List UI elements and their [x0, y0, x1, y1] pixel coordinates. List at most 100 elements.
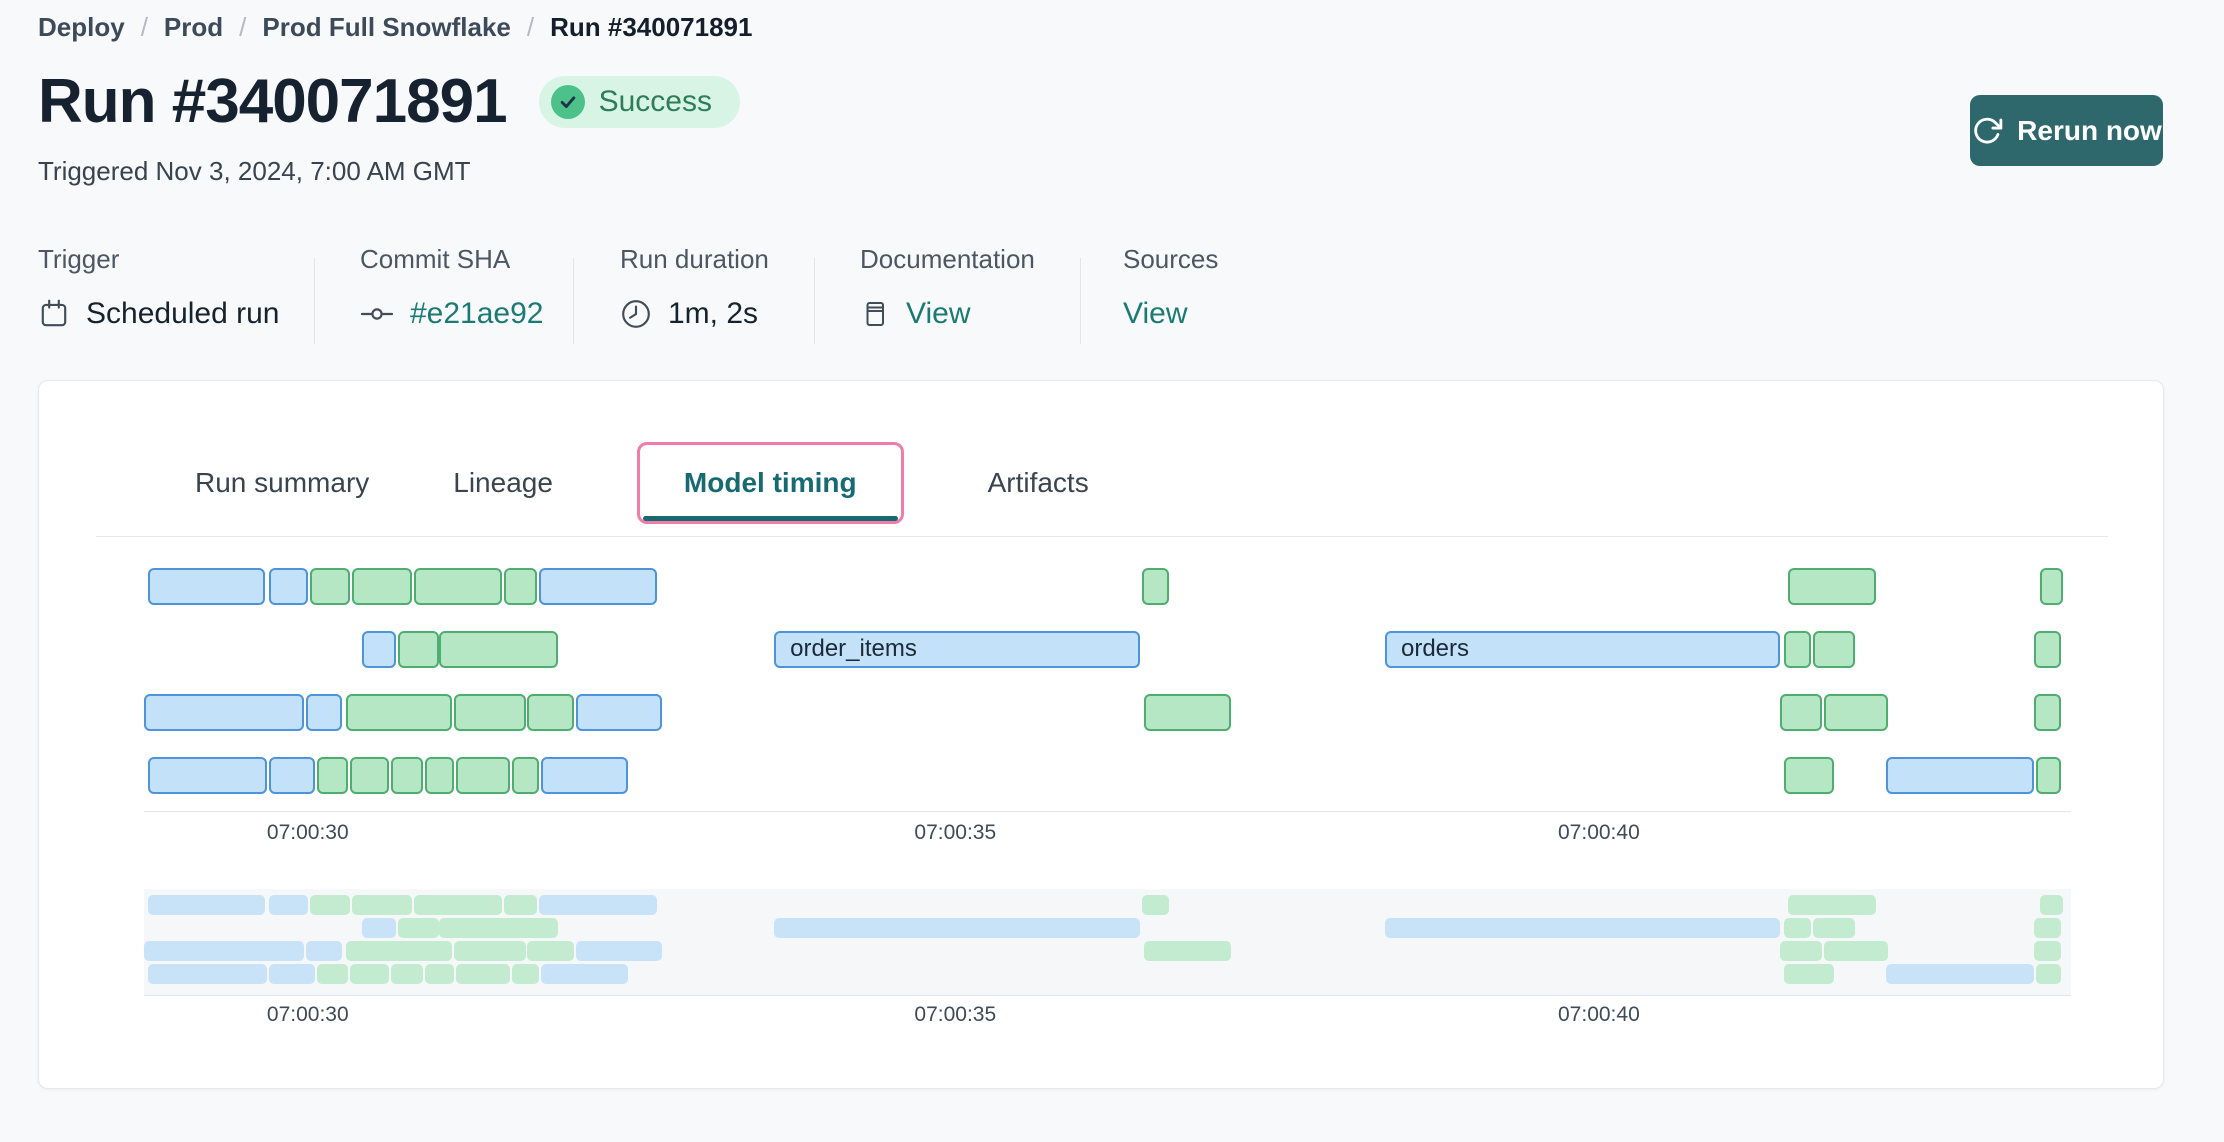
gantt-bar[interactable] — [541, 757, 628, 794]
gantt-bar[interactable] — [269, 568, 308, 605]
run-detail-card: Run summaryLineageModel timingArtifacts … — [38, 380, 2164, 1089]
gantt-bar[interactable] — [456, 757, 510, 794]
gantt-bar — [1142, 895, 1169, 915]
gantt-bar — [576, 941, 663, 961]
gantt-bar-order_items — [774, 918, 1140, 938]
breadcrumb-separator: / — [527, 12, 534, 43]
gantt-bar[interactable] — [398, 631, 438, 668]
page-title: Run #340071891 — [38, 66, 507, 137]
gantt-bar — [346, 941, 452, 961]
meta-value-documentation[interactable]: View — [860, 297, 1035, 331]
tab-artifacts[interactable]: Artifacts — [988, 467, 1089, 499]
meta-label-sources: Sources — [1123, 244, 1218, 275]
gantt-bar[interactable] — [148, 568, 266, 605]
gantt-bar — [2034, 918, 2061, 938]
gantt-bar[interactable] — [317, 757, 348, 794]
gantt-bar[interactable] — [1144, 694, 1231, 731]
gantt-bar[interactable] — [512, 757, 539, 794]
breadcrumb-item-prod[interactable]: Prod — [164, 12, 223, 43]
gantt-bar — [2034, 941, 2061, 961]
gantt-bar[interactable] — [504, 568, 537, 605]
gantt-bar[interactable] — [439, 631, 558, 668]
gantt-bar — [144, 941, 304, 961]
gantt-bar — [398, 918, 438, 938]
gantt-bar[interactable] — [1142, 568, 1169, 605]
gantt-bar — [541, 964, 628, 984]
document-icon — [860, 298, 890, 330]
gantt-bar[interactable] — [144, 694, 304, 731]
gantt-bar[interactable] — [306, 694, 343, 731]
gantt-bar[interactable] — [269, 757, 315, 794]
meta-divider — [314, 258, 315, 344]
gantt-bar[interactable] — [1784, 631, 1811, 668]
meta-divider — [814, 258, 815, 344]
gantt-bar[interactable] — [310, 568, 350, 605]
gantt-bar — [454, 941, 525, 961]
gantt-bar[interactable] — [391, 757, 424, 794]
meta-divider — [573, 258, 574, 344]
gantt-bar[interactable] — [362, 631, 397, 668]
gantt-bar-orders[interactable]: orders — [1385, 631, 1780, 668]
meta-value-text-trigger: Scheduled run — [86, 297, 279, 331]
timeline-minimap[interactable] — [144, 889, 2071, 995]
meta-label-trigger: Trigger — [38, 244, 279, 275]
gantt-bar — [362, 918, 397, 938]
gantt-bar — [1788, 895, 1877, 915]
gantt-bar — [269, 895, 308, 915]
gantt-bar[interactable] — [527, 694, 573, 731]
gantt-bar[interactable] — [1824, 694, 1888, 731]
gantt-bar — [1784, 918, 1811, 938]
meta-value-commit-sha[interactable]: #e21ae92 — [360, 297, 543, 331]
tab-model-timing[interactable]: Model timing — [637, 442, 904, 524]
gantt-bar — [148, 895, 266, 915]
gantt-bar — [2036, 964, 2061, 984]
gantt-bar[interactable] — [1813, 631, 1855, 668]
gantt-bar — [269, 964, 315, 984]
breadcrumb-separator: / — [239, 12, 246, 43]
gantt-bar[interactable] — [2034, 694, 2061, 731]
tab-lineage[interactable]: Lineage — [453, 467, 553, 499]
gantt-row-2: order_items orders — [144, 631, 2071, 668]
gantt-bar[interactable] — [1788, 568, 1877, 605]
tab-run-summary[interactable]: Run summary — [195, 467, 369, 499]
gantt-bar-order_items[interactable]: order_items — [774, 631, 1140, 668]
rerun-now-button[interactable]: Rerun now — [1970, 95, 2163, 166]
gantt-bar[interactable] — [350, 757, 389, 794]
meta-value-text-sources: View — [1123, 297, 1187, 331]
gantt-bar[interactable] — [539, 568, 657, 605]
gantt-bar — [2040, 895, 2063, 915]
gantt-row-4 — [144, 757, 2071, 794]
gantt-bar — [1144, 941, 1231, 961]
axis-tick-label: 07:00:35 — [914, 821, 996, 845]
gantt-bar[interactable] — [2040, 568, 2063, 605]
refresh-icon — [1971, 115, 2003, 147]
gantt-bar[interactable] — [576, 694, 663, 731]
gantt-bar[interactable] — [148, 757, 267, 794]
gantt-bar — [1784, 964, 1834, 984]
gantt-bar[interactable] — [1886, 757, 2034, 794]
gantt-bar[interactable] — [1784, 757, 1834, 794]
gantt-bar — [1813, 918, 1855, 938]
gantt-bar[interactable] — [414, 568, 503, 605]
calendar-icon — [38, 298, 70, 330]
meta-value-text-commit-sha: #e21ae92 — [410, 297, 543, 331]
gantt-bar[interactable] — [1780, 694, 1822, 731]
breadcrumb: Deploy/Prod/Prod Full Snowflake/Run #340… — [38, 12, 752, 43]
meta-value-sources[interactable]: View — [1123, 297, 1218, 331]
gantt-bar[interactable] — [2036, 757, 2061, 794]
breadcrumb-item-deploy[interactable]: Deploy — [38, 12, 125, 43]
gantt-bar[interactable] — [352, 568, 412, 605]
gantt-bar — [456, 964, 510, 984]
gantt-bar — [414, 895, 503, 915]
meta-label-run-duration: Run duration — [620, 244, 769, 275]
gantt-bar — [527, 941, 573, 961]
gantt-bar[interactable] — [346, 694, 452, 731]
breadcrumb-item-prod-full-snowflake[interactable]: Prod Full Snowflake — [262, 12, 510, 43]
main-axis-line — [144, 811, 2071, 812]
gantt-bar[interactable] — [454, 694, 525, 731]
gantt-bar[interactable] — [2034, 631, 2061, 668]
gantt-bar[interactable] — [425, 757, 454, 794]
axis-tick-label: 07:00:40 — [1558, 821, 1640, 845]
rerun-now-label: Rerun now — [2017, 115, 2162, 147]
gantt-bar — [439, 918, 558, 938]
